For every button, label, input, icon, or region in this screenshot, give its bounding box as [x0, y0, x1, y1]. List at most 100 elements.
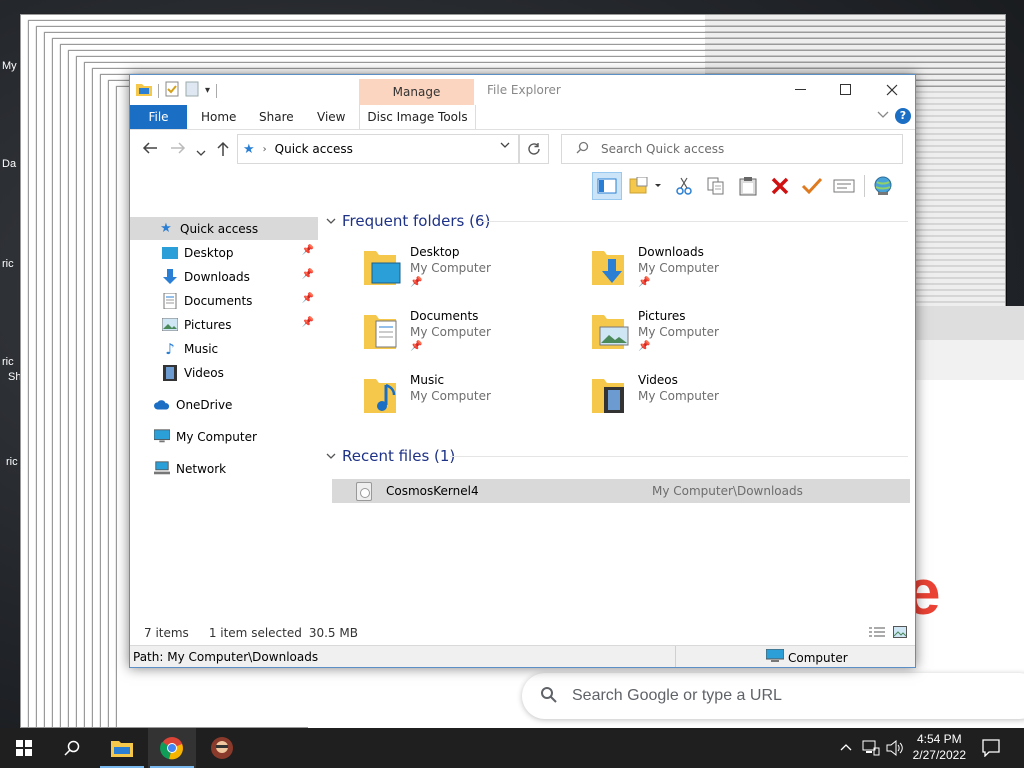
clock[interactable]: 4:54 PM 2/27/2022: [913, 731, 966, 763]
network-globe-icon[interactable]: [869, 173, 897, 199]
address-dropdown-icon[interactable]: [500, 141, 510, 152]
command-toolbar: [592, 171, 912, 201]
desktop-icon-label[interactable]: ric: [2, 258, 14, 270]
sidebar-item-documents[interactable]: Documents 📌: [130, 289, 318, 312]
sidebar-item-pictures[interactable]: Pictures 📌: [130, 313, 318, 336]
file-explorer-window[interactable]: ▾ Manage File Explorer File Home Share V…: [129, 74, 916, 668]
desktop-icon-label[interactable]: ric: [6, 456, 18, 468]
folder-item-pictures[interactable]: Pictures My Computer 📌: [590, 309, 810, 365]
sidebar-item-label: Quick access: [180, 221, 259, 236]
desktop-icon-label[interactable]: ric: [2, 356, 14, 368]
properties-card-icon[interactable]: [830, 173, 858, 199]
folder-item-downloads[interactable]: Downloads My Computer 📌: [590, 245, 810, 301]
sidebar-item-label: My Computer: [176, 429, 257, 444]
sidebar-item-label: Network: [176, 461, 227, 476]
recent-locations-icon[interactable]: [196, 143, 206, 161]
folder-item-music[interactable]: Music My Computer: [362, 373, 582, 429]
large-icons-view-icon[interactable]: [893, 626, 907, 641]
address-location[interactable]: Quick access: [275, 142, 353, 156]
clock-date: 2/27/2022: [912, 748, 966, 762]
taskbar-file-explorer[interactable]: [98, 728, 146, 768]
google-search-placeholder: Search Google or type a URL: [572, 687, 782, 704]
pin-icon: 📌: [410, 341, 423, 352]
new-folder-icon[interactable]: [185, 81, 199, 100]
selection-size: 30.5 MB: [308, 626, 358, 640]
cut-icon[interactable]: [670, 173, 698, 199]
taskbar-chrome[interactable]: [148, 728, 196, 768]
show-hidden-icons-icon[interactable]: [840, 740, 852, 754]
tab-share[interactable]: Share: [259, 105, 294, 129]
search-box[interactable]: Search Quick access: [561, 134, 903, 164]
refresh-button[interactable]: [519, 134, 549, 164]
taskbar: 4:54 PM 2/27/2022: [0, 728, 1024, 768]
sidebar-item-music[interactable]: ♪ Music: [130, 337, 318, 360]
sidebar-item-desktop[interactable]: Desktop 📌: [130, 241, 318, 264]
sidebar-item-onedrive[interactable]: OneDrive: [130, 393, 318, 416]
rename-check-icon[interactable]: [798, 173, 826, 199]
volume-icon[interactable]: [886, 739, 904, 759]
picture-icon: [162, 317, 178, 333]
sidebar-item-videos[interactable]: Videos: [130, 361, 318, 384]
tab-home[interactable]: Home: [201, 105, 236, 129]
sidebar-item-label: Downloads: [184, 269, 250, 284]
frequent-folders-header[interactable]: Frequent folders (6): [326, 212, 490, 230]
manage-contextual-tab[interactable]: Manage: [359, 79, 474, 106]
network-status-icon[interactable]: [862, 740, 880, 759]
sidebar-item-network[interactable]: Network: [130, 457, 318, 480]
tab-disc-image-tools[interactable]: Disc Image Tools: [359, 105, 476, 129]
paste-icon[interactable]: [734, 173, 762, 199]
up-button[interactable]: [216, 141, 230, 161]
delete-icon[interactable]: [766, 173, 794, 199]
preview-pane-icon[interactable]: [592, 172, 622, 200]
sidebar-item-my-computer[interactable]: My Computer: [130, 425, 318, 448]
folder-location: My Computer: [638, 261, 719, 275]
sidebar-item-downloads[interactable]: Downloads 📌: [130, 265, 318, 288]
breadcrumb-chevron-icon[interactable]: ›: [263, 144, 267, 155]
desktop-icon-label[interactable]: Da: [2, 158, 16, 170]
expand-ribbon-icon[interactable]: [877, 109, 889, 122]
properties-icon[interactable]: [165, 81, 179, 100]
tab-view[interactable]: View: [317, 105, 345, 129]
collapse-chevron-icon[interactable]: [326, 215, 336, 228]
details-view-icon[interactable]: [869, 626, 885, 641]
folder-name: Documents: [410, 309, 479, 323]
recent-file-row[interactable]: CosmosKernel4 My Computer\Downloads: [332, 479, 910, 503]
divider: [864, 175, 865, 197]
new-item-dropdown-icon[interactable]: [626, 173, 666, 199]
google-search-box[interactable]: Search Google or type a URL: [522, 673, 1024, 719]
copy-icon[interactable]: [702, 173, 730, 199]
folder-location: My Computer: [638, 325, 719, 339]
customize-qat-icon[interactable]: ▾: [205, 85, 210, 96]
pin-icon[interactable]: 📌: [302, 317, 314, 328]
title-bar[interactable]: ▾ Manage File Explorer: [130, 75, 915, 106]
folder-item-videos[interactable]: Videos My Computer: [590, 373, 810, 429]
help-icon[interactable]: ?: [895, 108, 911, 124]
folder-item-desktop[interactable]: Desktop My Computer 📌: [362, 245, 582, 301]
current-path: Path: My Computer\Downloads: [133, 650, 319, 664]
address-bar[interactable]: ★ › Quick access: [237, 134, 519, 164]
taskbar-app-avatar[interactable]: [198, 728, 246, 768]
search-placeholder: Search Quick access: [601, 142, 725, 156]
music-note-icon: ♪: [165, 339, 175, 358]
pin-icon[interactable]: 📌: [302, 293, 314, 304]
back-button[interactable]: [142, 141, 158, 159]
pin-icon[interactable]: 📌: [302, 245, 314, 256]
folder-icon[interactable]: [136, 82, 152, 99]
desktop-icon-label[interactable]: My: [2, 60, 17, 72]
collapse-chevron-icon[interactable]: [326, 450, 336, 463]
search-button[interactable]: [48, 728, 96, 768]
document-icon: [162, 292, 178, 309]
folder-item-documents[interactable]: Documents My Computer 📌: [362, 309, 582, 365]
recent-files-header[interactable]: Recent files (1): [326, 447, 455, 465]
notifications-icon[interactable]: [982, 739, 1000, 760]
forward-button[interactable]: [170, 141, 186, 159]
maximize-button[interactable]: [823, 75, 869, 105]
cloud-icon: [154, 397, 170, 413]
download-arrow-icon: [162, 268, 178, 285]
pin-icon[interactable]: 📌: [302, 269, 314, 280]
sidebar-item-quick-access[interactable]: ★ Quick access: [130, 217, 318, 240]
minimize-button[interactable]: [778, 75, 824, 105]
tab-file[interactable]: File: [130, 105, 187, 129]
start-button[interactable]: [0, 728, 48, 768]
close-button[interactable]: [869, 75, 915, 105]
